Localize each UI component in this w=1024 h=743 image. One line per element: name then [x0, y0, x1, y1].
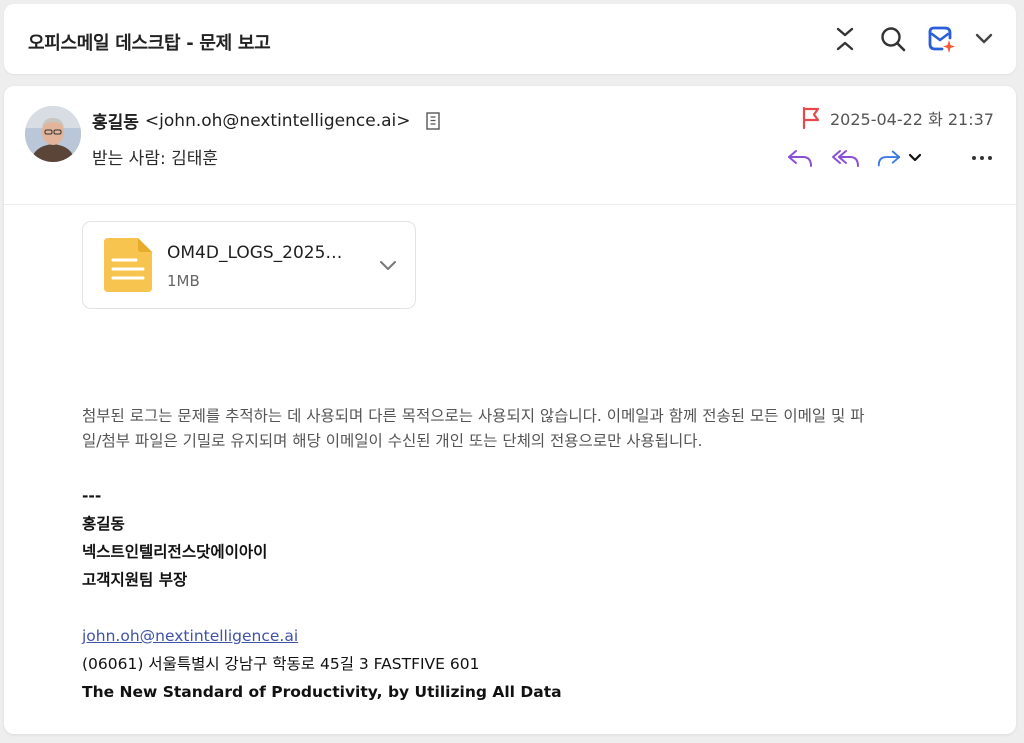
- attachment-card[interactable]: OM4D_LOGS_2025… 1MB: [82, 221, 416, 309]
- sender-line: 홍길동 <john.oh@nextintelligence.ai>: [92, 108, 441, 133]
- attachment-menu-chevron-icon[interactable]: [371, 249, 405, 283]
- forward-options-chevron-icon[interactable]: [906, 142, 924, 174]
- sender-avatar[interactable]: [25, 106, 81, 162]
- toolbar: [828, 22, 996, 56]
- signature-email-link[interactable]: john.oh@nextintelligence.ai: [82, 627, 298, 645]
- signature: --- 홍길동 넥스트인텔리전스닷에이아이 고객지원팀 부장 john.oh@n…: [82, 482, 562, 706]
- attachment-size: 1MB: [167, 272, 200, 290]
- chevron-down-icon[interactable]: [972, 22, 996, 56]
- reply-icon[interactable]: [784, 142, 816, 174]
- reply-all-icon[interactable]: [830, 142, 862, 174]
- sender-email[interactable]: <john.oh@nextintelligence.ai>: [145, 111, 411, 131]
- more-options-icon[interactable]: [966, 142, 998, 174]
- signature-company: 넥스트인텔리전스닷에이아이: [82, 543, 268, 561]
- date-row: 2025-04-22 화 21:37: [800, 106, 994, 130]
- message-body: 첨부된 로그는 문제를 추적하는 데 사용되며 다른 목적으로는 사용되지 않습…: [82, 404, 962, 454]
- mail-ai-icon[interactable]: [924, 22, 958, 56]
- message-header: 홍길동 <john.oh@nextintelligence.ai> 받는 사람:…: [4, 86, 1016, 205]
- window-title: 오피스메일 데스크탑 - 문제 보고: [28, 33, 271, 54]
- window-titlebar: 오피스메일 데스크탑 - 문제 보고: [4, 4, 1016, 74]
- signature-separator: ---: [82, 487, 102, 505]
- document-icon: [100, 236, 156, 298]
- message-actions: [784, 142, 998, 174]
- signature-name: 홍길동: [82, 515, 125, 533]
- signature-address: (06061) 서울특별시 강남구 학동로 45길 3 FASTFIVE 601: [82, 655, 480, 673]
- body-line-2: 일/첨부 파일은 기밀로 유지되며 해당 이메일이 수신된 개인 또는 단체의 …: [82, 432, 703, 450]
- sender-name[interactable]: 홍길동: [92, 108, 139, 133]
- recipients-line[interactable]: 받는 사람: 김태훈: [92, 144, 218, 169]
- attachment-name: OM4D_LOGS_2025…: [167, 243, 343, 263]
- signature-spacer: [82, 594, 562, 622]
- search-icon[interactable]: [876, 22, 910, 56]
- flag-icon[interactable]: [800, 106, 822, 130]
- organization-icon[interactable]: [425, 111, 441, 131]
- body-line-1: 첨부된 로그는 문제를 추적하는 데 사용되며 다른 목적으로는 사용되지 않습…: [82, 407, 865, 425]
- forward-icon[interactable]: [876, 142, 902, 174]
- collapse-icon[interactable]: [828, 22, 862, 56]
- signature-title: 고객지원팀 부장: [82, 571, 188, 589]
- message-view: 홍길동 <john.oh@nextintelligence.ai> 받는 사람:…: [4, 86, 1016, 734]
- signature-slogan: The New Standard of Productivity, by Uti…: [82, 683, 562, 701]
- message-date: 2025-04-22 화 21:37: [830, 110, 994, 129]
